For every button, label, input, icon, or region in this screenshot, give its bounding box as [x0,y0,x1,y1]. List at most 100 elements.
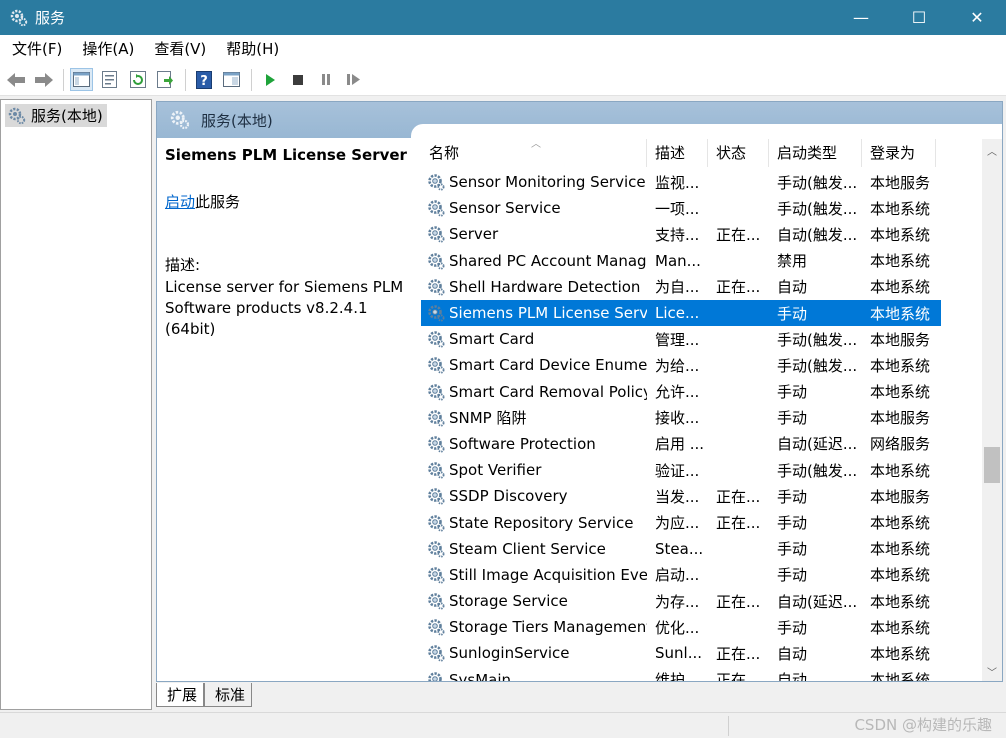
console-tree-icon[interactable] [70,68,93,91]
start-service-suffix: 此服务 [195,193,241,211]
service-row[interactable]: Spot Verifier 验证... 手动(触发... 本地系统 [421,457,941,483]
service-row[interactable]: Smart Card Device Enumer... 为给... 手动(触发...… [421,352,941,378]
service-description: 为存... [655,592,700,611]
service-gear-icon [427,278,445,296]
service-row[interactable]: SysMain 维护... 正在... 自动 本地系统 [421,667,941,681]
sort-ascending-icon: ︿ [531,139,541,150]
service-row[interactable]: SNMP 陷阱 接收... 手动 本地服务 [421,405,941,431]
service-name-cell: Sensor Monitoring Service [421,173,647,191]
service-startup-type: 手动 [777,487,808,506]
menu-view[interactable]: 查看(V) [144,35,216,64]
service-name: Storage Tiers Management [449,618,647,637]
service-name-cell: Smart Card [421,330,647,348]
export-icon[interactable] [154,68,177,91]
minimize-button[interactable]: — [832,0,890,35]
service-row[interactable]: Storage Service 为存... 正在... 自动(延迟... 本地系统 [421,588,941,614]
column-header-log-on-as[interactable]: 登录为 [862,139,936,167]
service-row[interactable]: Server 支持... 正在... 自动(触发... 本地系统 [421,221,941,247]
column-header-name[interactable]: ︿ 名称 [421,139,647,167]
services-list: ︿ 名称 描述 状态 启动类型 登录为 Sensor Monitoring Ser… [421,139,981,681]
pause-service-icon[interactable] [314,68,337,91]
start-service-link[interactable]: 启动 [165,193,195,211]
service-description: 为自... [655,278,700,297]
vertical-scrollbar[interactable]: ︿ ﹀ [982,139,1002,681]
scroll-down-icon[interactable]: ﹀ [987,664,997,679]
service-gear-icon [427,356,445,374]
service-startup-type: 自动 [777,644,808,663]
service-name: Spot Verifier [449,461,542,480]
service-name: Siemens PLM License Server [449,304,647,323]
service-name-cell: Storage Tiers Management [421,618,647,636]
service-gear-icon [427,540,445,558]
service-log-on-as: 本地系统 [870,592,931,611]
forward-icon[interactable] [32,68,55,91]
back-icon[interactable] [4,68,27,91]
scrollbar-thumb[interactable] [984,447,1000,483]
service-row[interactable]: Shared PC Account Manager Man... 禁用 本地系统 [421,248,941,274]
service-gear-icon [427,592,445,610]
service-row[interactable]: Still Image Acquisition Eve... 启动... 手动 本地系… [421,562,941,588]
service-name-cell: SunloginService [421,644,647,662]
service-row[interactable]: Smart Card Removal Policy 允许... 手动 本地系统 [421,379,941,405]
menu-help[interactable]: 帮助(H) [216,35,289,64]
start-service-icon[interactable] [258,68,281,91]
tree-item-services-local[interactable]: 服务(本地) [5,104,107,127]
service-description: 验证... [655,461,700,480]
maximize-button[interactable]: ☐ [890,0,948,35]
service-row[interactable]: State Repository Service 为应... 正在... 手动 本地系统 [421,509,941,535]
service-row[interactable]: Sensor Monitoring Service 监视... 手动(触发... 本地… [421,169,941,195]
service-name: SunloginService [449,644,570,663]
tab-extended[interactable]: 扩展 [156,683,205,707]
column-header-description[interactable]: 描述 [647,139,708,167]
service-gear-icon [427,671,445,681]
service-row[interactable]: SunloginService Sunl... 正在... 自动 本地系统 [421,640,941,666]
service-startup-type: 手动 [777,540,808,559]
close-button[interactable]: ✕ [948,0,1006,35]
description-label: 描述: [165,256,201,274]
service-description: 为应... [655,514,700,533]
column-header-startup-type[interactable]: 启动类型 [769,139,862,167]
service-name: Steam Client Service [449,539,606,558]
service-name-cell: SysMain [421,671,647,681]
menu-bar: 文件(F) 操作(A) 查看(V) 帮助(H) [0,35,1006,64]
service-row[interactable]: Software Protection 启用 ... 自动(延迟... 网络服务 [421,431,941,457]
service-row[interactable]: Siemens PLM License Server Lice... 手动 本地系统 [421,299,941,327]
service-log-on-as: 本地系统 [870,225,931,244]
service-log-on-as: 本地服务 [870,409,931,428]
service-name-cell: Steam Client Service [421,540,647,558]
stop-service-icon[interactable] [286,68,309,91]
show-pane-icon[interactable] [220,68,243,91]
description-line: License server for Siemens PLM [165,278,404,296]
service-log-on-as: 本地系统 [870,514,931,533]
service-log-on-as: 网络服务 [870,435,931,454]
service-startup-type: 自动(延迟... [777,592,858,611]
status-divider [728,716,729,736]
column-header-status[interactable]: 状态 [708,139,769,167]
help-icon[interactable]: ? [192,68,215,91]
menu-file[interactable]: 文件(F) [2,35,72,64]
toolbar: ? [0,64,1006,96]
tab-standard[interactable]: 标准 [204,683,253,707]
menu-action[interactable]: 操作(A) [72,35,144,64]
service-row[interactable]: Steam Client Service Stea... 手动 本地系统 [421,536,941,562]
service-row[interactable]: SSDP Discovery 当发... 正在... 手动 本地服务 [421,483,941,509]
service-row[interactable]: Sensor Service 一项... 手动(触发... 本地系统 [421,195,941,221]
service-name-cell: Shell Hardware Detection [421,278,647,296]
pane-header-title: 服务(本地) [201,111,273,130]
service-description: 支持... [655,225,700,244]
service-name-cell: Storage Service [421,592,647,610]
service-startup-type: 手动 [777,566,808,585]
service-startup-type: 禁用 [777,252,808,271]
service-row[interactable]: Shell Hardware Detection 为自... 正在... 自动 本地系统 [421,274,941,300]
service-name: Shared PC Account Manager [449,251,647,270]
service-gear-icon [427,487,445,505]
service-row[interactable]: Smart Card 管理... 手动(触发... 本地服务 [421,326,941,352]
properties-icon[interactable] [98,68,121,91]
refresh-icon[interactable] [126,68,149,91]
scroll-up-icon[interactable]: ︿ [987,143,997,158]
service-row[interactable]: Storage Tiers Management 优化... 手动 本地系统 [421,614,941,640]
description-line: Software products v8.2.4.1 (64bit) [165,299,368,338]
resume-service-icon[interactable] [342,68,365,91]
service-log-on-as: 本地服务 [870,330,931,349]
service-description: 一项... [655,199,700,218]
